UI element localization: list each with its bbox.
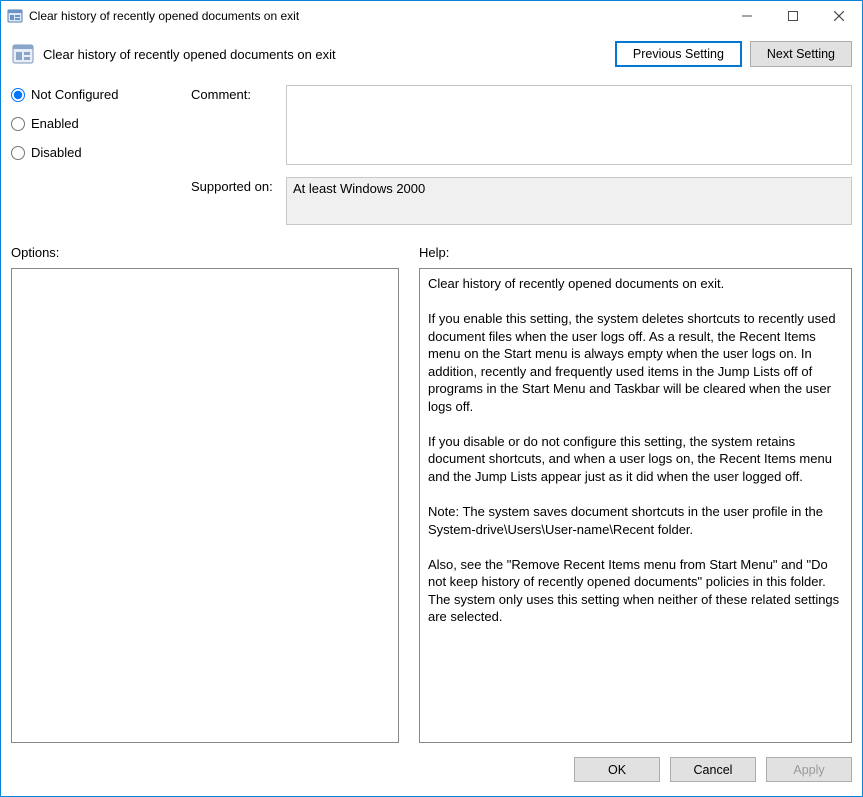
radio-not-configured-label: Not Configured xyxy=(31,87,118,102)
content-area: Clear history of recently opened documen… xyxy=(1,31,862,796)
policy-title: Clear history of recently opened documen… xyxy=(43,47,607,62)
help-panel-wrap: Clear history of recently opened documen… xyxy=(419,268,852,743)
apply-button[interactable]: Apply xyxy=(766,757,852,782)
panels: Clear history of recently opened documen… xyxy=(11,268,852,743)
policy-icon xyxy=(11,42,35,66)
radio-enabled-input[interactable] xyxy=(11,117,25,131)
next-setting-button[interactable]: Next Setting xyxy=(750,41,852,67)
ok-button[interactable]: OK xyxy=(574,757,660,782)
dialog-buttons: OK Cancel Apply xyxy=(11,743,852,782)
radio-disabled-label: Disabled xyxy=(31,145,82,160)
comment-input[interactable] xyxy=(286,85,852,165)
window-controls xyxy=(724,1,862,31)
radio-disabled-input[interactable] xyxy=(11,146,25,160)
close-button[interactable] xyxy=(816,1,862,31)
radio-not-configured-input[interactable] xyxy=(11,88,25,102)
state-and-comment: Not Configured Enabled Disabled Comment: xyxy=(11,85,852,165)
state-radios: Not Configured Enabled Disabled xyxy=(11,85,191,160)
window-title: Clear history of recently opened documen… xyxy=(29,9,724,23)
titlebar: Clear history of recently opened documen… xyxy=(1,1,862,31)
policy-header: Clear history of recently opened documen… xyxy=(11,41,852,67)
close-icon xyxy=(834,9,844,24)
radio-enabled[interactable]: Enabled xyxy=(11,116,191,131)
maximize-icon xyxy=(788,9,798,24)
policy-editor-window: Clear history of recently opened documen… xyxy=(0,0,863,797)
radio-enabled-label: Enabled xyxy=(31,116,79,131)
supported-row: Supported on: xyxy=(11,177,852,225)
help-panel[interactable]: Clear history of recently opened documen… xyxy=(419,268,852,743)
radio-disabled[interactable]: Disabled xyxy=(11,145,191,160)
supported-on-value xyxy=(286,177,852,225)
comment-label: Comment: xyxy=(191,85,286,102)
minimize-icon xyxy=(742,9,752,24)
help-label: Help: xyxy=(419,245,449,260)
options-label: Options: xyxy=(11,245,419,260)
radio-not-configured[interactable]: Not Configured xyxy=(11,87,191,102)
minimize-button[interactable] xyxy=(724,1,770,31)
previous-setting-button[interactable]: Previous Setting xyxy=(615,41,742,67)
supported-on-label: Supported on: xyxy=(191,177,286,194)
cancel-button[interactable]: Cancel xyxy=(670,757,756,782)
policy-window-icon xyxy=(7,8,23,24)
panel-labels: Options: Help: xyxy=(11,245,852,260)
options-panel xyxy=(11,268,399,743)
maximize-button[interactable] xyxy=(770,1,816,31)
